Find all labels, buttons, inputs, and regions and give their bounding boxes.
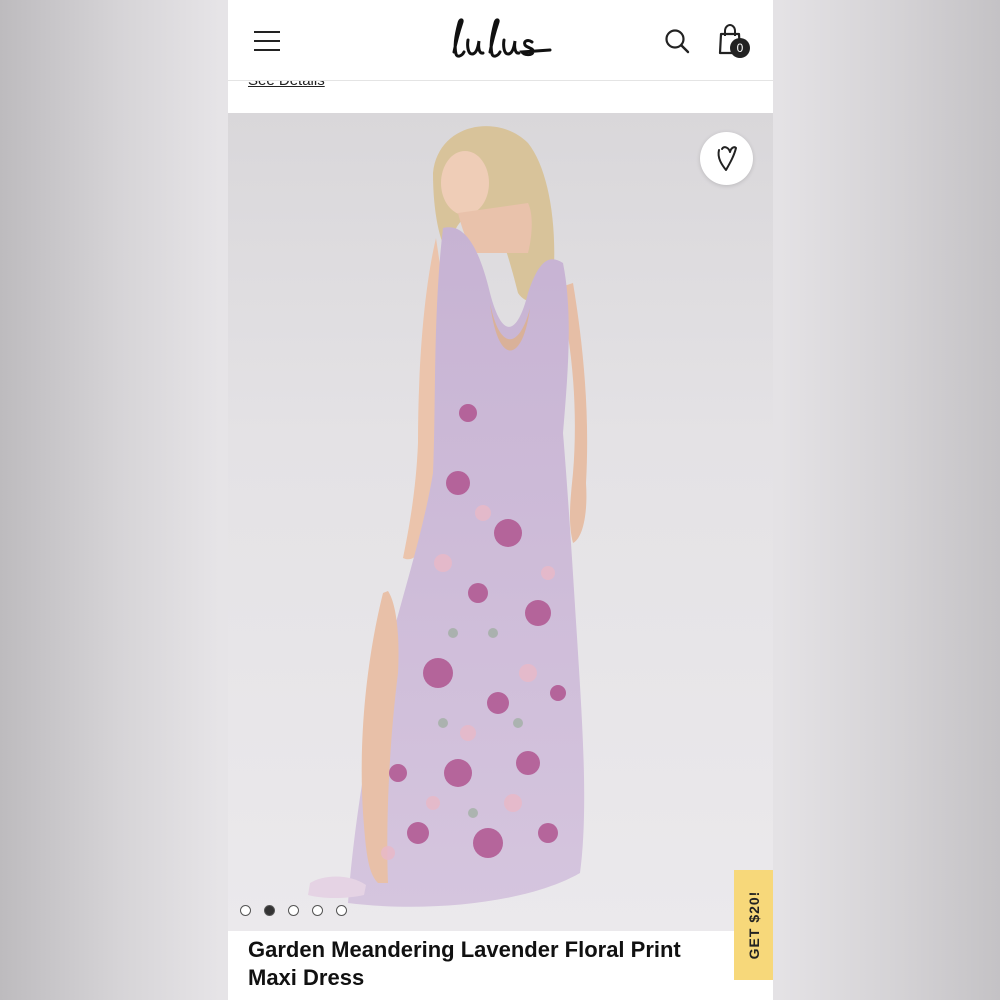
pagination-dot-1[interactable] (240, 905, 251, 916)
pagination-dot-4[interactable] (312, 905, 323, 916)
lulus-logo[interactable] (446, 14, 556, 64)
offer-label: GET $20! (745, 890, 762, 960)
heart-icon (717, 146, 737, 171)
hamburger-icon[interactable] (254, 30, 280, 51)
pagination-dot-2[interactable] (264, 905, 275, 916)
model-photo (308, 126, 588, 907)
phone-screen: 0 See Details Garden Meandering Lavender… (228, 0, 773, 1000)
get-20-offer-tab[interactable]: GET $20! (734, 870, 773, 980)
product-image[interactable] (228, 113, 773, 931)
see-details-link[interactable]: See Details (248, 80, 325, 89)
cart-count-badge: 0 (730, 38, 750, 58)
search-icon[interactable] (664, 28, 690, 54)
pagination-dot-3[interactable] (288, 905, 299, 916)
site-header: 0 (228, 0, 773, 81)
promo-strip: See Details (228, 80, 773, 113)
pagination-dot-5[interactable] (336, 905, 347, 916)
product-title: Garden Meandering Lavender Floral Print … (248, 937, 681, 990)
favorite-button[interactable] (700, 132, 753, 185)
